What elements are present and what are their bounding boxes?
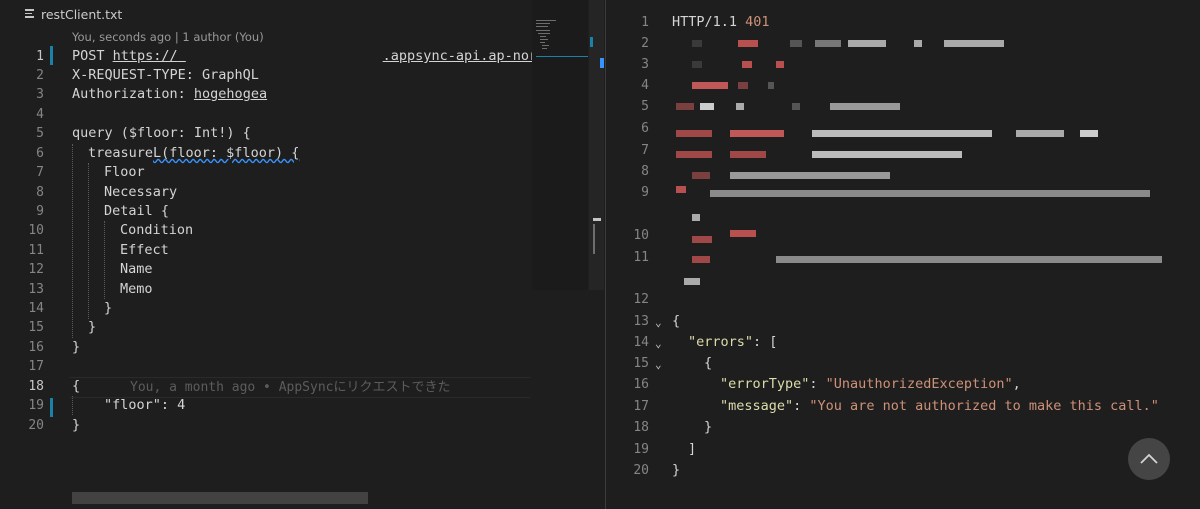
code-line-15[interactable]: } (88, 318, 96, 337)
response-line-number: 11 (633, 250, 649, 265)
code-line-6[interactable]: treasureL(floor: $floor) { (88, 144, 299, 163)
line-number: 18 (28, 379, 44, 394)
response-line-number: 18 (633, 420, 649, 435)
response-line-number: 2 (641, 36, 649, 51)
json-errors-line: "errors": [ (688, 334, 778, 350)
request-url[interactable]: https:// (113, 48, 178, 64)
code-line-14[interactable]: } (104, 299, 112, 318)
response-line-number: 12 (633, 292, 649, 307)
fold-chevron-icon[interactable]: ⌄ (655, 337, 662, 350)
response-line-number: 5 (641, 99, 649, 114)
json-errortype-line: "errorType": "UnauthorizedException", (720, 376, 1021, 392)
line-number: 20 (28, 418, 44, 433)
line-number: 14 (28, 301, 44, 316)
json-close-brace: } (672, 462, 681, 478)
response-status-line: HTTP/1.1 401 (672, 14, 770, 30)
response-line-number: 3 (641, 57, 649, 72)
tab-restclient[interactable]: restClient.txt (0, 0, 604, 30)
horizontal-scrollbar[interactable] (72, 492, 368, 504)
scroll-to-top-button[interactable] (1128, 438, 1170, 480)
response-pane (605, 0, 1200, 509)
response-line-number: 20 (633, 463, 649, 478)
code-line-2[interactable]: X-REQUEST-TYPE: GraphQL (72, 66, 259, 85)
fold-chevron-icon[interactable]: ⌄ (655, 358, 662, 371)
response-line-number: 17 (633, 399, 649, 414)
response-line-number: 16 (633, 377, 649, 392)
indent-guide (72, 396, 73, 415)
response-line-number: 6 (641, 121, 649, 136)
code-line-3[interactable]: Authorization: hogehogea (72, 85, 267, 104)
code-line-20[interactable]: } (72, 416, 80, 435)
code-line-8[interactable]: Necessary (104, 183, 177, 202)
git-modified-marker[interactable] (50, 398, 53, 417)
response-line-number: 9 (641, 185, 649, 200)
response-line-number: 8 (641, 164, 649, 179)
indent-guide (88, 163, 89, 319)
json-bracket-close: ] (688, 441, 697, 457)
line-number: 12 (28, 262, 44, 277)
json-inner-close: } (704, 419, 713, 435)
code-line-13[interactable]: Memo (120, 280, 153, 299)
code-line-7[interactable]: Floor (104, 163, 145, 182)
json-message-line: "message": "You are not authorized to ma… (720, 398, 1159, 414)
line-number: 11 (28, 243, 44, 258)
line-number: 19 (28, 398, 44, 413)
indent-guide (72, 144, 73, 338)
response-line-number: 19 (633, 442, 649, 457)
code-line-11[interactable]: Effect (120, 241, 169, 260)
line-number: 7 (36, 165, 44, 180)
code-line-18[interactable]: { (72, 377, 80, 396)
response-line-number: 13 (633, 314, 649, 329)
chevron-up-icon (1140, 453, 1158, 464)
tab-label: restClient.txt (41, 7, 123, 22)
line-number: 15 (28, 320, 44, 335)
line-number: 5 (36, 126, 44, 141)
line-number: 9 (36, 204, 44, 219)
response-line-number: 7 (641, 143, 649, 158)
line-number: 2 (36, 68, 44, 83)
code-line-1[interactable]: POST https:// .appsync-api.ap-nor (72, 47, 537, 66)
git-blame-annotation: You, a month ago • AppSyncにリクエストできた (130, 380, 451, 395)
line-number: 1 (36, 49, 44, 64)
line-number: 10 (28, 223, 44, 238)
line-number: 6 (36, 146, 44, 161)
code-line-5[interactable]: query ($floor: Int!) { (72, 124, 251, 143)
code-line-12[interactable]: Name (120, 260, 153, 279)
git-modified-marker[interactable] (50, 46, 53, 65)
line-number: 4 (36, 107, 44, 122)
response-line-number: 14 (633, 335, 649, 350)
line-number: 17 (28, 359, 44, 374)
request-editor-pane: restClient.txt You, seconds ago | 1 auth… (0, 0, 604, 509)
minimap[interactable] (532, 0, 588, 290)
json-inner-open: { (704, 355, 713, 371)
line-number: 16 (28, 340, 44, 355)
response-line-number: 4 (641, 78, 649, 93)
status-code: 401 (745, 14, 770, 30)
indent-guide (104, 221, 105, 299)
line-number: 8 (36, 185, 44, 200)
fold-chevron-icon[interactable]: ⌄ (655, 316, 662, 329)
line-number: 3 (36, 87, 44, 102)
vertical-scrollbar[interactable] (589, 0, 604, 290)
code-line-16[interactable]: } (72, 338, 80, 357)
line-number: 13 (28, 282, 44, 297)
code-line-9[interactable]: Detail { (104, 202, 169, 221)
codelens-author-info[interactable]: You, seconds ago | 1 author (You) (72, 30, 264, 44)
response-line-number: 1 (641, 15, 649, 30)
code-line-19[interactable]: "floor": 4 (104, 396, 185, 415)
file-text-icon (25, 9, 34, 19)
response-line-number: 10 (633, 228, 649, 243)
json-open-brace: { (672, 313, 681, 329)
code-line-10[interactable]: Condition (120, 221, 193, 240)
response-line-number: 15 (633, 356, 649, 371)
